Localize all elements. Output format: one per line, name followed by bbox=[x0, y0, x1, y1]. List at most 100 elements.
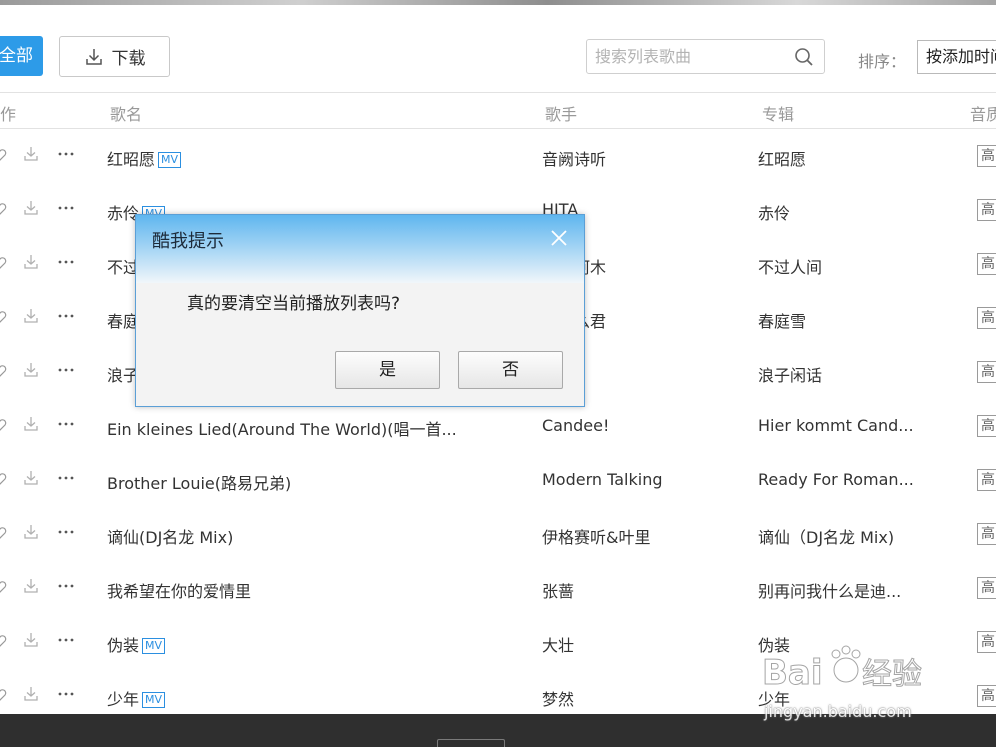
download-icon[interactable] bbox=[22, 523, 40, 545]
song-album[interactable]: 谪仙（DJ名龙 Mix) bbox=[758, 524, 894, 548]
song-album[interactable]: Ready For Roman... bbox=[758, 470, 914, 489]
bottom-bar-handle[interactable] bbox=[437, 739, 505, 747]
quality-badge[interactable]: 高 bbox=[977, 523, 996, 545]
header-album[interactable]: 专辑 bbox=[762, 101, 794, 125]
song-album[interactable]: 不过人间 bbox=[758, 254, 822, 278]
header-quality[interactable]: 音质 bbox=[970, 101, 996, 125]
quality-badge[interactable]: 高 bbox=[977, 361, 996, 383]
quality-badge[interactable]: 高 bbox=[977, 199, 996, 221]
song-title-text: 我希望在你的爱情里 bbox=[107, 582, 252, 601]
song-title[interactable]: 我希望在你的爱情里 bbox=[107, 578, 251, 602]
confirm-no-button[interactable]: 否 bbox=[458, 351, 563, 389]
quality-badge[interactable]: 高 bbox=[977, 577, 996, 599]
song-artist[interactable]: Candee! bbox=[542, 416, 609, 435]
top-banner-strip bbox=[0, 0, 996, 5]
song-title[interactable]: 红昭愿 MV bbox=[107, 146, 182, 170]
search-icon[interactable] bbox=[794, 47, 814, 67]
mv-badge[interactable]: MV bbox=[158, 152, 182, 168]
song-artist[interactable]: 张蔷 bbox=[542, 578, 574, 602]
quality-badge[interactable]: 高 bbox=[977, 145, 996, 167]
heart-icon[interactable] bbox=[0, 309, 7, 328]
download-icon[interactable] bbox=[22, 307, 40, 329]
download-icon[interactable] bbox=[22, 145, 40, 167]
quality-badge[interactable]: 高 bbox=[977, 307, 996, 329]
song-artist[interactable]: 音阙诗听 bbox=[542, 146, 606, 170]
song-album[interactable]: 赤伶 bbox=[758, 200, 790, 224]
more-icon[interactable] bbox=[57, 253, 75, 275]
play-all-button[interactable]: 全部 bbox=[0, 36, 43, 76]
song-artist[interactable]: 伊格赛听&叶里 bbox=[542, 524, 650, 548]
song-album[interactable]: 别再问我什么是迪... bbox=[758, 578, 901, 602]
mv-badge[interactable]: MV bbox=[142, 638, 166, 654]
song-title[interactable]: 伪装 MV bbox=[107, 632, 166, 656]
more-icon[interactable] bbox=[57, 361, 75, 383]
download-icon[interactable] bbox=[22, 361, 40, 383]
song-list-header: 操作 歌名 歌手 专辑 音质 bbox=[0, 92, 996, 129]
download-icon[interactable] bbox=[22, 199, 40, 221]
sort-select[interactable]: 按添加时间 bbox=[917, 40, 996, 74]
song-title-text: 少年 bbox=[107, 690, 140, 709]
song-title[interactable]: 少年 MV bbox=[107, 686, 166, 710]
quality-badge[interactable]: 高 bbox=[977, 469, 996, 491]
song-artist[interactable]: Modern Talking bbox=[542, 470, 663, 489]
heart-icon[interactable] bbox=[0, 417, 7, 436]
heart-icon[interactable] bbox=[0, 471, 7, 490]
song-artist[interactable]: 大壮 bbox=[542, 632, 574, 656]
table-row[interactable]: 谪仙(DJ名龙 Mix) 伊格赛听&叶里 谪仙（DJ名龙 Mix) 高 bbox=[0, 507, 996, 561]
download-button[interactable]: 下载 bbox=[59, 36, 170, 77]
song-album[interactable]: 红昭愿 bbox=[758, 146, 806, 170]
header-song[interactable]: 歌名 bbox=[110, 101, 142, 125]
song-title[interactable]: Brother Louie(路易兄弟) bbox=[107, 470, 291, 494]
heart-icon[interactable] bbox=[0, 147, 7, 166]
heart-icon[interactable] bbox=[0, 579, 7, 598]
more-icon[interactable] bbox=[57, 469, 75, 491]
confirm-yes-button[interactable]: 是 bbox=[335, 351, 440, 389]
table-row[interactable]: 红昭愿 MV 音阙诗听 红昭愿高 bbox=[0, 129, 996, 183]
song-title-text: 红昭愿 bbox=[107, 150, 156, 169]
search-input[interactable] bbox=[595, 40, 785, 73]
song-title[interactable]: 谪仙(DJ名龙 Mix) bbox=[107, 524, 233, 548]
more-icon[interactable] bbox=[57, 631, 75, 653]
song-title-text: Brother Louie(路易兄弟) bbox=[107, 474, 292, 493]
svg-text:经验: 经验 bbox=[862, 657, 922, 692]
heart-icon[interactable] bbox=[0, 687, 7, 706]
download-icon[interactable] bbox=[22, 685, 40, 707]
song-artist[interactable]: 梦然 bbox=[542, 686, 574, 710]
table-row[interactable]: 我希望在你的爱情里 张蔷 别再问我什么是迪... 高 bbox=[0, 561, 996, 615]
search-box[interactable] bbox=[586, 39, 825, 74]
heart-icon[interactable] bbox=[0, 255, 7, 274]
more-icon[interactable] bbox=[57, 685, 75, 707]
song-album[interactable]: Hier kommt Cand... bbox=[758, 416, 914, 435]
heart-icon[interactable] bbox=[0, 201, 7, 220]
table-row[interactable]: Brother Louie(路易兄弟) Modern Talking Ready F… bbox=[0, 453, 996, 507]
song-title-text: 伪装 bbox=[107, 636, 140, 655]
download-icon[interactable] bbox=[22, 577, 40, 599]
more-icon[interactable] bbox=[57, 199, 75, 221]
quality-badge[interactable]: 高 bbox=[977, 253, 996, 275]
download-icon bbox=[85, 48, 102, 65]
more-icon[interactable] bbox=[57, 145, 75, 167]
more-icon[interactable] bbox=[57, 415, 75, 437]
song-title[interactable]: Ein kleines Lied(Around The World)(唱一首..… bbox=[107, 416, 457, 440]
song-album[interactable]: 浪子闲话 bbox=[758, 362, 822, 386]
table-row[interactable]: Ein kleines Lied(Around The World)(唱一首..… bbox=[0, 399, 996, 453]
quality-badge[interactable]: 高 bbox=[977, 415, 996, 437]
heart-icon[interactable] bbox=[0, 633, 7, 652]
baidu-logo: Bai 经验 bbox=[762, 645, 923, 694]
mv-badge[interactable]: MV bbox=[142, 692, 166, 708]
download-icon[interactable] bbox=[22, 253, 40, 275]
more-icon[interactable] bbox=[57, 307, 75, 329]
close-icon[interactable] bbox=[549, 228, 569, 248]
heart-icon[interactable] bbox=[0, 525, 7, 544]
dialog-titlebar[interactable]: 酷我提示 bbox=[136, 215, 584, 283]
header-artist[interactable]: 歌手 bbox=[545, 101, 577, 125]
more-icon[interactable] bbox=[57, 577, 75, 599]
quality-badge[interactable]: 高 bbox=[977, 685, 996, 707]
song-album[interactable]: 春庭雪 bbox=[758, 308, 806, 332]
download-icon[interactable] bbox=[22, 415, 40, 437]
download-icon[interactable] bbox=[22, 469, 40, 491]
heart-icon[interactable] bbox=[0, 363, 7, 382]
quality-badge[interactable]: 高 bbox=[977, 631, 996, 653]
download-icon[interactable] bbox=[22, 631, 40, 653]
more-icon[interactable] bbox=[57, 523, 75, 545]
